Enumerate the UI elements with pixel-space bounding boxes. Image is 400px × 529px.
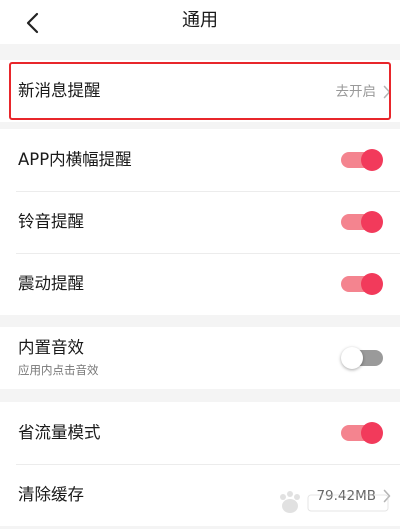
vibration-reminder-toggle[interactable] (341, 273, 383, 295)
banner-reminder-row: APP内横幅提醒 (0, 129, 400, 191)
new-message-label: 新消息提醒 (18, 81, 101, 100)
notification-group: APP内横幅提醒 铃音提醒 震动提醒 (0, 129, 400, 315)
toggle-knob (341, 347, 363, 369)
banner-reminder-label: APP内横幅提醒 (18, 150, 132, 169)
sound-effect-label: 内置音效 (18, 338, 84, 357)
top-bar: 通用 (0, 0, 400, 44)
new-message-row[interactable]: 新消息提醒 去开启 (0, 60, 400, 122)
ringtone-reminder-row: 铃音提醒 (0, 191, 400, 253)
ringtone-reminder-toggle[interactable] (341, 211, 383, 233)
sound-effect-toggle[interactable] (341, 347, 383, 369)
banner-reminder-toggle[interactable] (341, 149, 383, 171)
vibration-reminder-row: 震动提醒 (0, 253, 400, 315)
vibration-reminder-label: 震动提醒 (18, 274, 84, 293)
data-saver-toggle[interactable] (341, 422, 383, 444)
toggle-knob (361, 149, 383, 171)
clear-cache-label: 清除缓存 (18, 485, 84, 504)
sound-effect-row: 内置音效 应用内点击音效 (0, 327, 400, 389)
new-message-value: 去开启 (335, 84, 377, 100)
toggle-knob (361, 211, 383, 233)
ringtone-reminder-label: 铃音提醒 (18, 212, 84, 231)
sound-effect-description: 应用内点击音效 (18, 363, 99, 377)
data-saver-label: 省流量模式 (18, 423, 101, 442)
new-message-group: 新消息提醒 去开启 (0, 60, 400, 122)
watermark-logo (280, 491, 389, 513)
page-title: 通用 (182, 10, 218, 31)
data-saver-row: 省流量模式 (0, 402, 400, 464)
toggle-knob (361, 273, 383, 295)
chevron-right-icon (383, 85, 391, 99)
sound-effect-group: 内置音效 应用内点击音效 (0, 327, 400, 389)
toggle-knob (361, 422, 383, 444)
